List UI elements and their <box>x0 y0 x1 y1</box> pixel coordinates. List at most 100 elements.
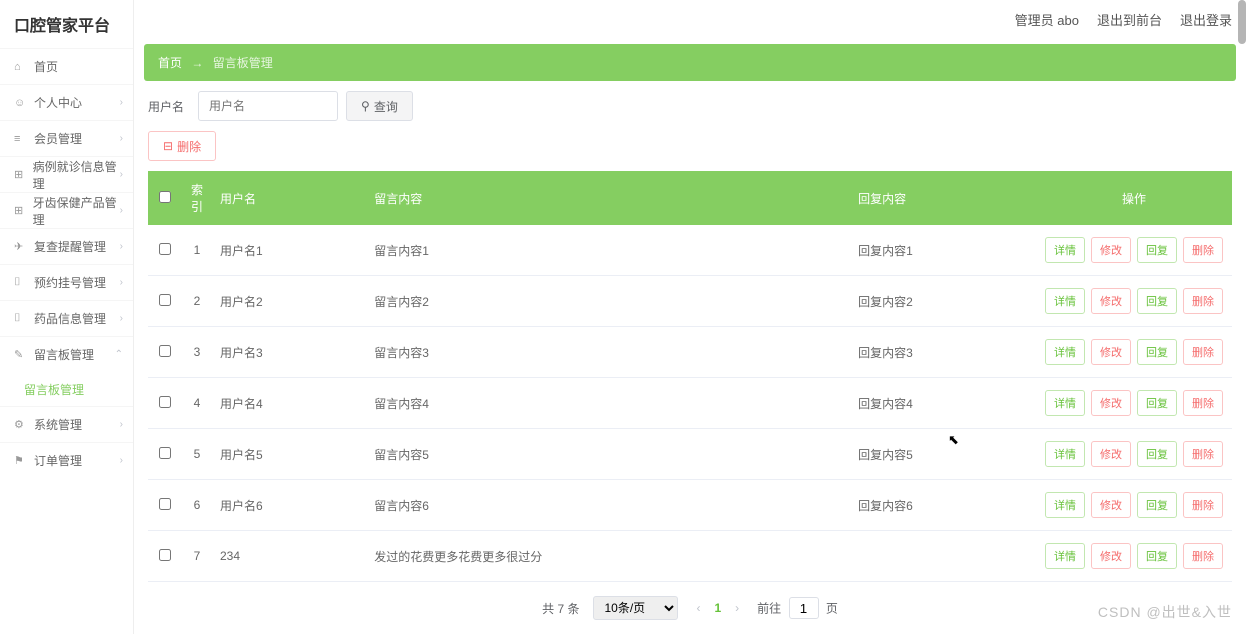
row-checkbox[interactable] <box>159 549 171 561</box>
menu-icon: ≡ <box>14 133 28 145</box>
delete-button[interactable]: ⊟ 删除 <box>148 131 216 161</box>
data-table: 索引用户名留言内容回复内容操作 1用户名1留言内容1回复内容1详情修改回复删除2… <box>148 171 1232 582</box>
breadcrumb: 首页 → 留言板管理 <box>144 44 1236 81</box>
page-size-select[interactable]: 10条/页 <box>593 596 678 620</box>
menu-icon: ⊞ <box>14 204 27 217</box>
sidebar-item-3[interactable]: ⊞病例就诊信息管理› <box>0 156 133 192</box>
sidebar-item-0[interactable]: ⌂ 首页 <box>0 48 133 84</box>
reply-button[interactable]: 回复 <box>1137 237 1177 263</box>
cell-reply: 回复内容6 <box>850 480 1036 531</box>
table-row: 2用户名2留言内容2回复内容2详情修改回复删除 <box>148 276 1232 327</box>
goto-input[interactable] <box>789 597 819 619</box>
row-checkbox[interactable] <box>159 243 171 255</box>
menu-label: 留言板管理 <box>34 346 94 363</box>
sidebar-subitem-active[interactable]: 留言板管理 <box>0 372 133 406</box>
chevron-icon: › <box>120 133 123 144</box>
page-number[interactable]: 1 <box>714 601 721 615</box>
sidebar-item-4[interactable]: ⊞牙齿保健产品管理› <box>0 192 133 228</box>
sidebar-item-6[interactable]: ⌷ 预约挂号管理 › <box>0 264 133 300</box>
row-delete-button[interactable]: 删除 <box>1183 288 1223 314</box>
goto-prefix: 前往 <box>757 602 781 616</box>
toolbar-row: ⊟ 删除 <box>134 131 1246 171</box>
cell-msg: 留言内容3 <box>366 327 850 378</box>
menu-label: 个人中心 <box>34 94 82 111</box>
cell-reply: 回复内容4 <box>850 378 1036 429</box>
reply-button[interactable]: 回复 <box>1137 543 1177 569</box>
sidebar-item-7[interactable]: ⌷药品信息管理› <box>0 300 133 336</box>
row-checkbox[interactable] <box>159 294 171 306</box>
edit-button[interactable]: 修改 <box>1091 339 1131 365</box>
menu-icon: ✎ <box>14 348 28 361</box>
logout-button[interactable]: 退出登录 <box>1180 10 1232 29</box>
sidebar-item-2[interactable]: ≡会员管理› <box>0 120 133 156</box>
row-checkbox[interactable] <box>159 447 171 459</box>
cell-msg: 留言内容5 <box>366 429 850 480</box>
app-title: 口腔管家平台 <box>0 0 133 48</box>
query-button-label: 查询 <box>374 98 398 115</box>
detail-button[interactable]: 详情 <box>1045 543 1085 569</box>
reply-button[interactable]: 回复 <box>1137 492 1177 518</box>
sidebar-item-8[interactable]: ✎留言板管理⌃ <box>0 336 133 372</box>
cell-reply: 回复内容3 <box>850 327 1036 378</box>
watermark: CSDN @出世&入世 <box>1098 602 1232 622</box>
sidebar-item-10[interactable]: ⚑订单管理› <box>0 442 133 478</box>
edit-button[interactable]: 修改 <box>1091 390 1131 416</box>
delete-button-label: 删除 <box>177 138 201 155</box>
cell-idx: 2 <box>182 276 212 327</box>
to-front-button[interactable]: 退出到前台 <box>1097 10 1162 29</box>
menu-icon: ⌂ <box>14 61 28 73</box>
row-checkbox[interactable] <box>159 498 171 510</box>
row-delete-button[interactable]: 删除 <box>1183 441 1223 467</box>
row-checkbox[interactable] <box>159 345 171 357</box>
edit-button[interactable]: 修改 <box>1091 288 1131 314</box>
menu-label: 复查提醒管理 <box>34 238 106 255</box>
row-delete-button[interactable]: 删除 <box>1183 492 1223 518</box>
cell-idx: 6 <box>182 480 212 531</box>
cell-user: 用户名6 <box>212 480 366 531</box>
detail-button[interactable]: 详情 <box>1045 441 1085 467</box>
cell-user: 用户名3 <box>212 327 366 378</box>
row-delete-button[interactable]: 删除 <box>1183 339 1223 365</box>
detail-button[interactable]: 详情 <box>1045 390 1085 416</box>
row-delete-button[interactable]: 删除 <box>1183 390 1223 416</box>
sidebar-item-9[interactable]: ⚙系统管理› <box>0 406 133 442</box>
sidebar-item-5[interactable]: ✈复查提醒管理› <box>0 228 133 264</box>
next-page-button[interactable]: › <box>731 601 743 615</box>
edit-button[interactable]: 修改 <box>1091 492 1131 518</box>
edit-button[interactable]: 修改 <box>1091 237 1131 263</box>
reply-button[interactable]: 回复 <box>1137 390 1177 416</box>
menu-label: 牙齿保健产品管理 <box>33 194 119 228</box>
col-header-1: 索引 <box>182 171 212 225</box>
row-delete-button[interactable]: 删除 <box>1183 237 1223 263</box>
sidebar-item-1[interactable]: ☺个人中心› <box>0 84 133 120</box>
select-all-checkbox[interactable] <box>159 191 171 203</box>
search-row: 用户名 ⚲ 查询 <box>134 91 1246 131</box>
cell-idx: 1 <box>182 225 212 276</box>
row-checkbox[interactable] <box>159 396 171 408</box>
admin-label[interactable]: 管理员 abo <box>1015 10 1079 29</box>
prev-page-button[interactable]: ‹ <box>692 601 704 615</box>
detail-button[interactable]: 详情 <box>1045 339 1085 365</box>
edit-button[interactable]: 修改 <box>1091 543 1131 569</box>
reply-button[interactable]: 回复 <box>1137 441 1177 467</box>
reply-button[interactable]: 回复 <box>1137 339 1177 365</box>
search-input[interactable] <box>198 91 338 121</box>
menu-icon: ☺ <box>14 97 28 109</box>
edit-button[interactable]: 修改 <box>1091 441 1131 467</box>
chevron-icon: › <box>120 277 123 288</box>
reply-button[interactable]: 回复 <box>1137 288 1177 314</box>
breadcrumb-home[interactable]: 首页 <box>158 56 182 70</box>
menu-icon: ⌷ <box>14 276 28 289</box>
col-header-2: 用户名 <box>212 171 366 225</box>
menu-icon: ⚙ <box>14 418 28 431</box>
main-content: 管理员 abo 退出到前台 退出登录 首页 → 留言板管理 用户名 ⚲ 查询 ⊟… <box>134 0 1246 634</box>
cell-reply <box>850 531 1036 582</box>
detail-button[interactable]: 详情 <box>1045 237 1085 263</box>
query-button[interactable]: ⚲ 查询 <box>346 91 413 121</box>
detail-button[interactable]: 详情 <box>1045 288 1085 314</box>
row-delete-button[interactable]: 删除 <box>1183 543 1223 569</box>
menu-label: 预约挂号管理 <box>34 274 106 291</box>
detail-button[interactable]: 详情 <box>1045 492 1085 518</box>
scrollbar[interactable] <box>1238 0 1246 44</box>
menu-label: 首页 <box>34 58 58 75</box>
